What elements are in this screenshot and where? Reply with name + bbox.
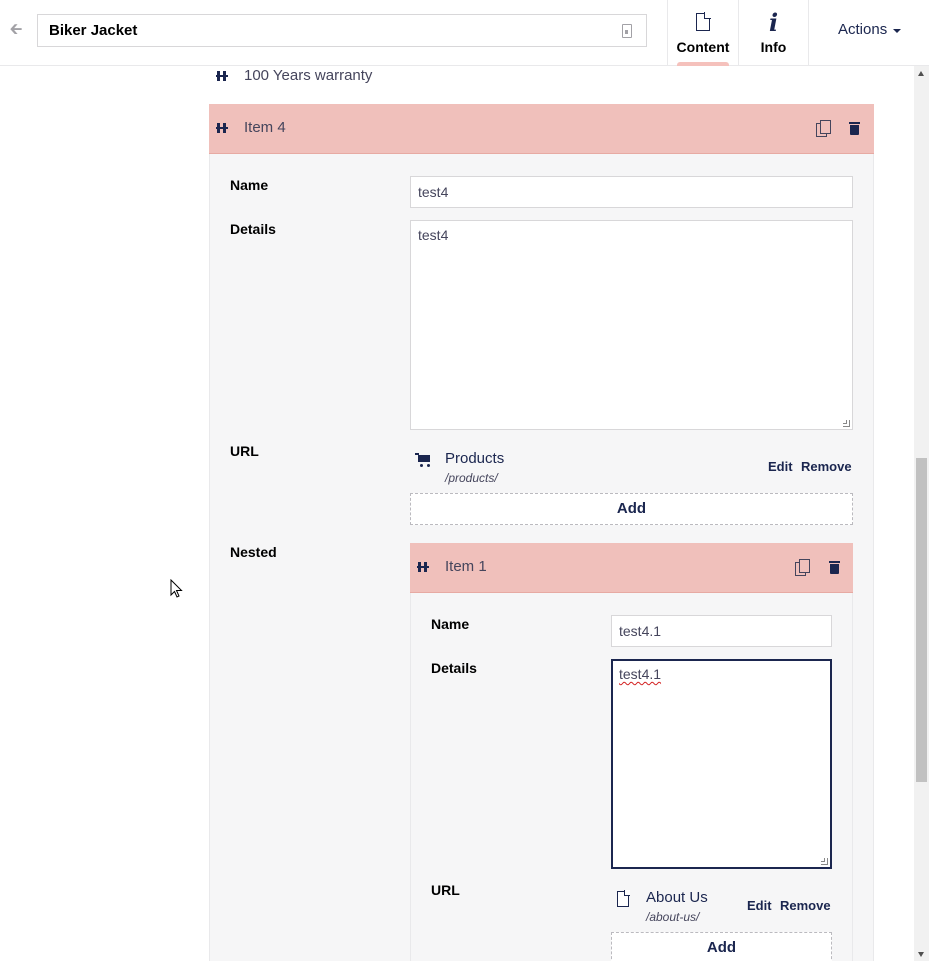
nested-block-title: Item 1 — [445, 558, 487, 575]
block-title: Item 4 — [244, 119, 286, 136]
nested-name-input[interactable]: test4.1 — [611, 615, 832, 647]
nested-label: Nested — [230, 544, 277, 560]
link-name[interactable]: Products — [445, 450, 504, 467]
nested-remove-link-button[interactable]: Remove — [780, 898, 831, 913]
details-label: Details — [230, 221, 276, 237]
trash-icon[interactable] — [849, 121, 860, 135]
block-header-item-4[interactable]: Item 4 — [209, 104, 874, 154]
content-panel: 100 Years warranty Item 4 Name test4 Det… — [9, 66, 914, 961]
back-arrow-icon[interactable]: 🡰 — [6, 20, 26, 40]
nested-link-name[interactable]: About Us — [646, 889, 708, 906]
actions-label: Actions — [838, 21, 888, 38]
nested-details-label: Details — [431, 660, 477, 676]
name-input[interactable]: test4 — [410, 176, 853, 208]
nested-block-header-item-1[interactable]: Item 1 — [410, 543, 853, 593]
tab-info-label: Info — [760, 39, 787, 55]
details-textarea[interactable]: test4 — [410, 220, 853, 430]
copy-icon[interactable] — [816, 120, 831, 137]
trash-icon[interactable] — [829, 560, 840, 574]
nested-details-text: test4.1 — [619, 666, 662, 682]
nested-block-body-item-1: Name test4.1 Details test4.1 URL About U… — [410, 593, 853, 961]
tab-info[interactable]: i Info — [738, 0, 808, 66]
caret-down-icon — [893, 29, 901, 33]
nested-url-label: URL — [431, 882, 460, 898]
block-body-item-4: Name test4 Details test4 URL Products /p… — [209, 154, 874, 961]
editor-header: 🡰 Biker Jacket Content i Info Actions — [0, 0, 929, 66]
link-path: /products/ — [445, 471, 498, 485]
nested-link-path: /about-us/ — [646, 910, 700, 924]
tab-content[interactable]: Content — [667, 0, 738, 66]
nested-name-label: Name — [431, 616, 470, 632]
add-link-button[interactable]: Add — [410, 493, 853, 525]
tab-content-label: Content — [676, 39, 730, 55]
block-puzzle-icon — [216, 71, 229, 81]
cart-icon — [415, 452, 431, 468]
mouse-cursor-icon — [170, 579, 183, 598]
details-text: test4 — [418, 227, 449, 243]
document-title-input[interactable]: Biker Jacket — [49, 15, 137, 46]
resize-handle[interactable] — [843, 420, 850, 427]
scroll-thumb[interactable] — [916, 458, 927, 782]
block-puzzle-icon — [216, 123, 229, 133]
document-icon — [696, 12, 711, 31]
scroll-up-arrow-icon[interactable] — [918, 71, 924, 76]
url-label: URL — [230, 443, 259, 459]
lock-icon[interactable] — [622, 24, 632, 38]
block-puzzle-icon — [417, 562, 430, 572]
actions-button[interactable]: Actions — [808, 0, 929, 66]
name-label: Name — [230, 177, 269, 193]
document-icon — [617, 890, 630, 907]
nested-add-link-button[interactable]: Add — [611, 932, 832, 961]
collapsed-block-title[interactable]: 100 Years warranty — [244, 67, 372, 84]
nested-edit-link-button[interactable]: Edit — [747, 898, 772, 913]
remove-link-button[interactable]: Remove — [801, 459, 852, 474]
edit-link-button[interactable]: Edit — [768, 459, 793, 474]
resize-handle[interactable] — [821, 858, 828, 865]
vertical-scrollbar[interactable] — [914, 66, 929, 961]
info-icon: i — [768, 8, 779, 37]
copy-icon[interactable] — [795, 559, 810, 576]
nested-details-textarea[interactable]: test4.1 — [611, 659, 832, 869]
scroll-down-arrow-icon[interactable] — [918, 952, 924, 957]
document-title-field[interactable]: Biker Jacket — [37, 14, 647, 47]
